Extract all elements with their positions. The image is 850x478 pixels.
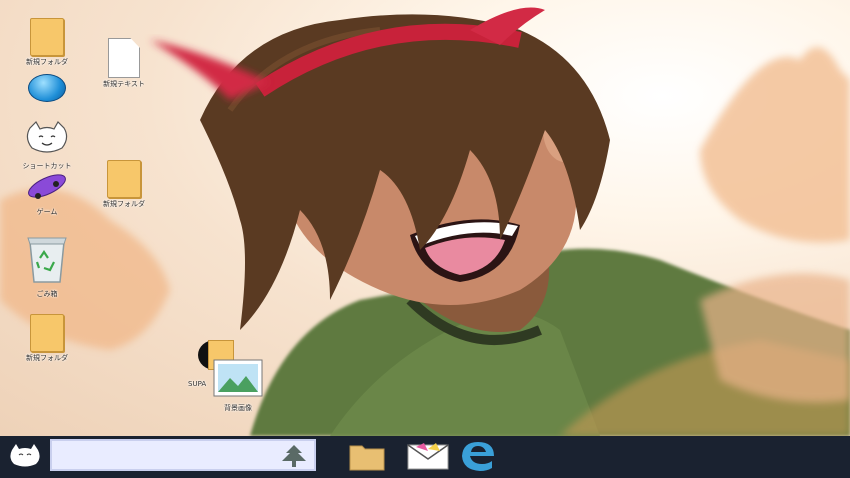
desktop-icon-label: ごみ箱 bbox=[36, 290, 58, 298]
skateboard-icon bbox=[28, 174, 66, 199]
folder-icon bbox=[30, 314, 64, 352]
desktop-icon-label: ゲーム bbox=[36, 208, 58, 216]
desktop-folder-2[interactable]: 新規フォルダ bbox=[86, 160, 162, 209]
desktop-icon-label: 新規テキスト bbox=[103, 80, 145, 88]
desktop-icon-label: 背景画像 bbox=[224, 404, 252, 412]
recycle-bin-icon bbox=[27, 237, 67, 283]
desktop-text-file[interactable]: 新規テキスト bbox=[86, 38, 162, 89]
folder-icon bbox=[30, 18, 64, 56]
desktop-folder-3[interactable]: 新規フォルダ bbox=[9, 314, 85, 363]
folder-icon bbox=[349, 445, 385, 471]
desktop-shortcut-cat[interactable]: ショートカット bbox=[9, 120, 85, 171]
desktop-icon-label: 新規フォルダ bbox=[26, 58, 68, 66]
image-file-icon bbox=[213, 359, 263, 397]
cat-icon bbox=[26, 121, 68, 153]
text-file-icon bbox=[108, 38, 140, 78]
taskbar bbox=[0, 436, 850, 478]
taskbar-file-explorer[interactable] bbox=[348, 440, 386, 476]
mail-icon bbox=[407, 443, 449, 470]
desktop-icon-label: ショートカット bbox=[22, 162, 72, 170]
blue-orb-icon bbox=[28, 74, 66, 102]
desktop-game[interactable]: ゲーム bbox=[9, 172, 85, 217]
cat-start-icon bbox=[10, 444, 40, 467]
desktop-folder-1[interactable]: 新規フォルダ bbox=[9, 18, 85, 67]
folder-icon bbox=[107, 160, 141, 198]
tree-icon bbox=[282, 445, 306, 467]
desktop-recycle-bin[interactable]: ごみ箱 bbox=[9, 230, 85, 299]
desktop-app-blue[interactable] bbox=[9, 74, 85, 104]
search-input[interactable] bbox=[52, 441, 280, 471]
desktop-icon-label: 新規フォルダ bbox=[26, 354, 68, 362]
desktop-image-file[interactable]: 背景画像 bbox=[200, 358, 276, 413]
start-button[interactable] bbox=[8, 442, 42, 472]
desktop-icon-label: 新規フォルダ bbox=[103, 200, 145, 208]
search-box[interactable] bbox=[50, 439, 316, 471]
taskbar-mail[interactable] bbox=[406, 441, 450, 475]
edge-icon bbox=[462, 442, 494, 471]
taskbar-edge[interactable] bbox=[460, 440, 496, 476]
